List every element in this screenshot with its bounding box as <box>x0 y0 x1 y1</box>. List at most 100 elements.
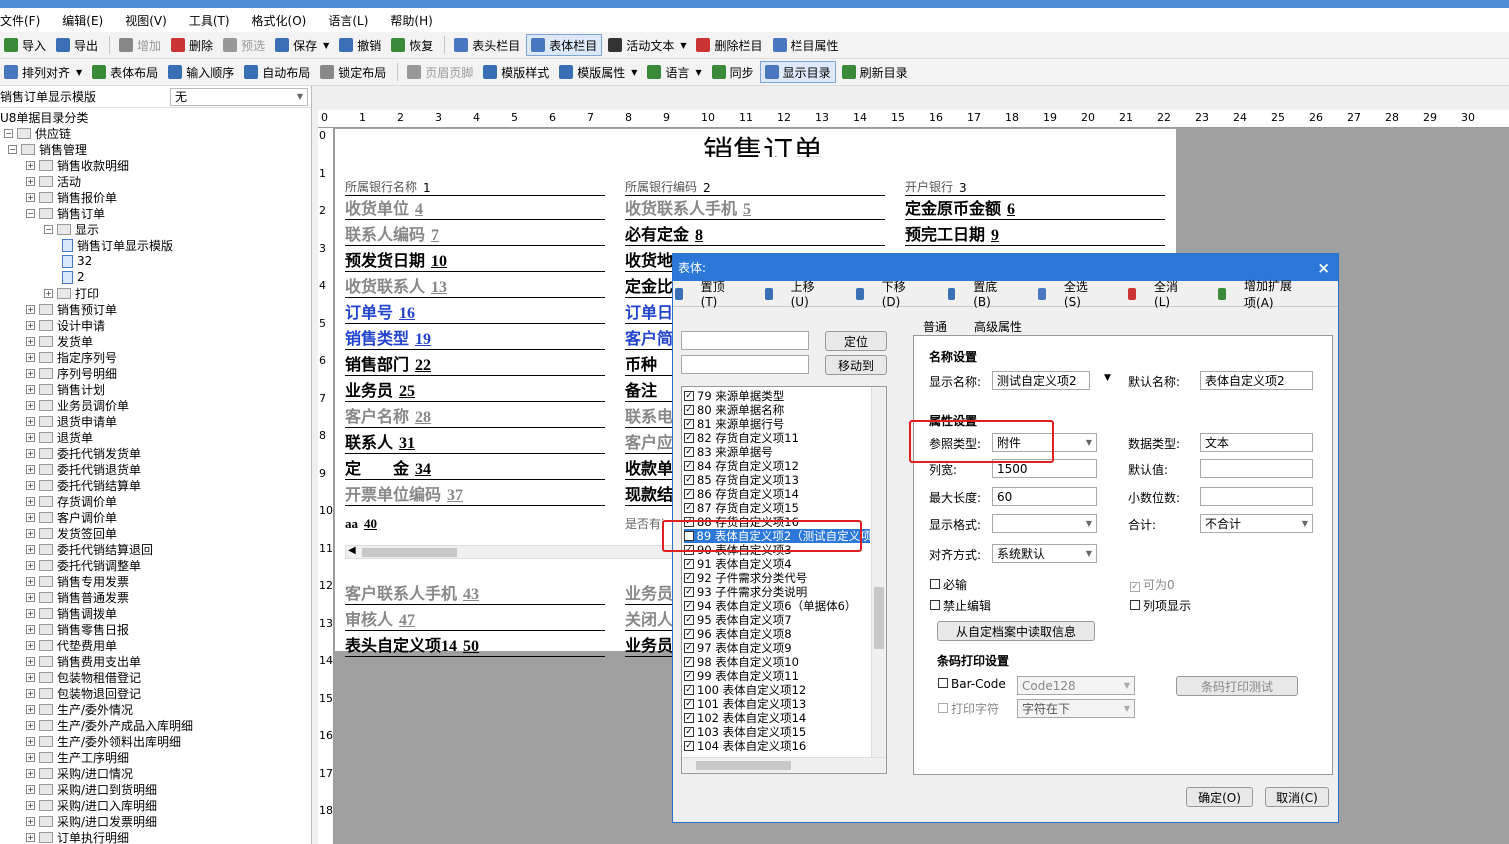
checkbox[interactable] <box>938 678 948 688</box>
menu-item-1[interactable]: 编辑(E) <box>62 12 103 29</box>
toolbar-btn-1[interactable]: 导出 <box>52 34 102 56</box>
list-item[interactable]: ✓ 99 表体自定义项11 <box>684 669 799 683</box>
expand-icon[interactable]: + <box>26 816 35 826</box>
form-field[interactable]: 收货联系人手机 5 <box>625 200 885 220</box>
char-pos-select[interactable]: 字符在下 ▼ <box>1017 699 1135 718</box>
expand-icon[interactable]: + <box>26 336 35 346</box>
expand-icon[interactable]: + <box>26 496 35 506</box>
form-field[interactable]: 所属银行编码 2 <box>625 176 885 196</box>
tree-node[interactable]: + 订单执行明细 <box>26 829 129 844</box>
expand-icon[interactable]: + <box>26 576 35 586</box>
checkbox[interactable]: ✓ <box>684 475 694 485</box>
toolbar-btn-3[interactable]: 删除 <box>167 34 217 56</box>
tree-node[interactable]: + 设计申请 <box>26 317 105 333</box>
expand-icon[interactable]: + <box>26 320 35 330</box>
tree-node[interactable]: + 销售零售日报 <box>26 621 129 637</box>
max-len-input[interactable]: 60 <box>992 487 1097 506</box>
collapse-icon[interactable]: − <box>4 128 13 138</box>
decimals-input[interactable] <box>1200 487 1313 506</box>
checkbox[interactable]: ✓ <box>684 615 694 625</box>
tree-node[interactable]: + 包装物租借登记 <box>26 669 141 685</box>
toolbar-btn-4[interactable]: 预选 <box>219 34 269 56</box>
tree-node[interactable]: + 客户调价单 <box>26 509 117 525</box>
toolbar-btn-7[interactable]: 恢复 <box>387 34 437 56</box>
tree-node[interactable]: + 销售计划 <box>26 381 105 397</box>
checkbox[interactable]: ✓ <box>684 587 694 597</box>
menu-item-5[interactable]: 语言(L) <box>328 12 368 29</box>
list-item[interactable]: ✓ 103 表体自定义项15 <box>684 725 806 739</box>
menu-item-4[interactable]: 格式化(O) <box>252 12 307 29</box>
toolbar-btn-0[interactable]: 导入 <box>0 34 50 56</box>
form-field[interactable]: 开户银行 3 <box>905 176 1165 196</box>
ok-button[interactable]: 确定(O) <box>1186 787 1253 807</box>
tree-node[interactable]: + 活动 <box>26 173 81 189</box>
tree-node[interactable]: − 供应链 <box>4 125 71 141</box>
tree-node[interactable]: + 生产/委外情况 <box>26 701 133 717</box>
toolbar2-btn-6[interactable]: 模版样式 <box>479 61 553 83</box>
checkbox[interactable]: ✓ <box>684 447 694 457</box>
toolbar2-btn-2[interactable]: 输入顺序 <box>164 61 238 83</box>
toolbar2-btn-1[interactable]: 表体布局 <box>88 61 162 83</box>
menu-item-3[interactable]: 工具(T) <box>189 12 230 29</box>
tree-node[interactable]: − 显示 <box>44 221 99 237</box>
expand-icon[interactable]: + <box>26 752 35 762</box>
list-item[interactable]: ✓ 92 子件需求分类代号 <box>684 571 807 585</box>
list-item[interactable]: ✓ 80 来源单据名称 <box>684 403 784 417</box>
tree-node[interactable]: + 销售费用支出单 <box>26 653 141 669</box>
list-item[interactable]: ✓ 100 表体自定义项12 <box>684 683 806 697</box>
tree-node[interactable]: + 包装物退回登记 <box>26 685 141 701</box>
tree-node[interactable]: + 销售调拨单 <box>26 605 117 621</box>
scroll-left-icon[interactable]: ◀ <box>348 545 356 556</box>
expand-icon[interactable]: + <box>26 384 35 394</box>
toolbar-btn-6[interactable]: 撤销 <box>335 34 385 56</box>
required-check[interactable]: 必输 <box>930 576 967 593</box>
tree-node[interactable]: + 销售专用发票 <box>26 573 129 589</box>
form-field[interactable]: 定 金 34 <box>345 460 605 480</box>
checkbox[interactable]: ✓ <box>684 461 694 471</box>
list-item[interactable]: ✓ 79 来源单据类型 <box>684 389 784 403</box>
tree-node[interactable]: + 指定序列号 <box>26 349 117 365</box>
checkbox[interactable]: ✓ <box>684 671 694 681</box>
form-field[interactable]: 审核人 47 <box>345 611 605 631</box>
list-item[interactable]: ✓ 87 存货自定义项15 <box>684 501 799 515</box>
checkbox[interactable]: ✓ <box>684 657 694 667</box>
default-name-input[interactable]: 表体自定义项2 <box>1200 371 1313 390</box>
expand-icon[interactable]: + <box>26 672 35 682</box>
checkbox[interactable]: ✓ <box>684 559 694 569</box>
barcode-check[interactable]: Bar-Code <box>938 677 1006 691</box>
tree-node[interactable]: + 委托代销结算单 <box>26 477 141 493</box>
toolbar-btn-11[interactable]: 删除栏目 <box>692 34 766 56</box>
list-item[interactable]: ✓ 104 表体自定义项16 <box>684 739 806 753</box>
checkbox[interactable]: ✓ <box>684 391 694 401</box>
list-hscroll[interactable] <box>682 757 886 773</box>
list-item[interactable]: ✓ 98 表体自定义项10 <box>684 655 799 669</box>
tree-node[interactable]: + 销售报价单 <box>26 189 117 205</box>
tree-node[interactable]: 2 <box>62 269 85 285</box>
checkbox[interactable] <box>1130 600 1140 610</box>
dialog-tool-2[interactable]: 下移(D) <box>856 278 930 309</box>
moveto-input[interactable] <box>681 355 809 374</box>
no-edit-check[interactable]: 禁止编辑 <box>930 597 991 614</box>
expand-icon[interactable]: + <box>26 656 35 666</box>
expand-icon[interactable]: + <box>26 352 35 362</box>
expand-icon[interactable]: + <box>26 768 35 778</box>
can-zero-check[interactable]: ✓ 可为0 <box>1130 576 1175 593</box>
dialog-tool-4[interactable]: 全选(S) <box>1038 278 1110 309</box>
tree-node[interactable]: + 生产/委外领料出库明细 <box>26 733 181 749</box>
toolbar-btn-2[interactable]: 增加 <box>115 34 165 56</box>
checkbox[interactable]: ✓ <box>1130 582 1140 592</box>
expand-icon[interactable]: + <box>26 192 35 202</box>
form-field[interactable]: 客户联系人手机 43 <box>345 585 605 605</box>
checkbox[interactable]: ✓ <box>684 405 694 415</box>
toolbar2-btn-4[interactable]: 锁定布局 <box>316 61 390 83</box>
form-hscroll[interactable]: ◀ <box>345 545 675 559</box>
menu-item-6[interactable]: 帮助(H) <box>390 12 432 29</box>
form-field[interactable]: aa 40 <box>345 512 605 532</box>
expand-icon[interactable]: + <box>26 592 35 602</box>
tab-advanced[interactable]: 高级属性 <box>974 318 1022 335</box>
expand-icon[interactable]: + <box>26 832 35 842</box>
form-field[interactable]: 销售部门 22 <box>345 356 605 376</box>
form-field[interactable]: 收货联系人 13 <box>345 278 605 298</box>
tree-node[interactable]: + 委托代销结算退回 <box>26 541 153 557</box>
list-item[interactable]: ✓ 85 存货自定义项13 <box>684 473 799 487</box>
